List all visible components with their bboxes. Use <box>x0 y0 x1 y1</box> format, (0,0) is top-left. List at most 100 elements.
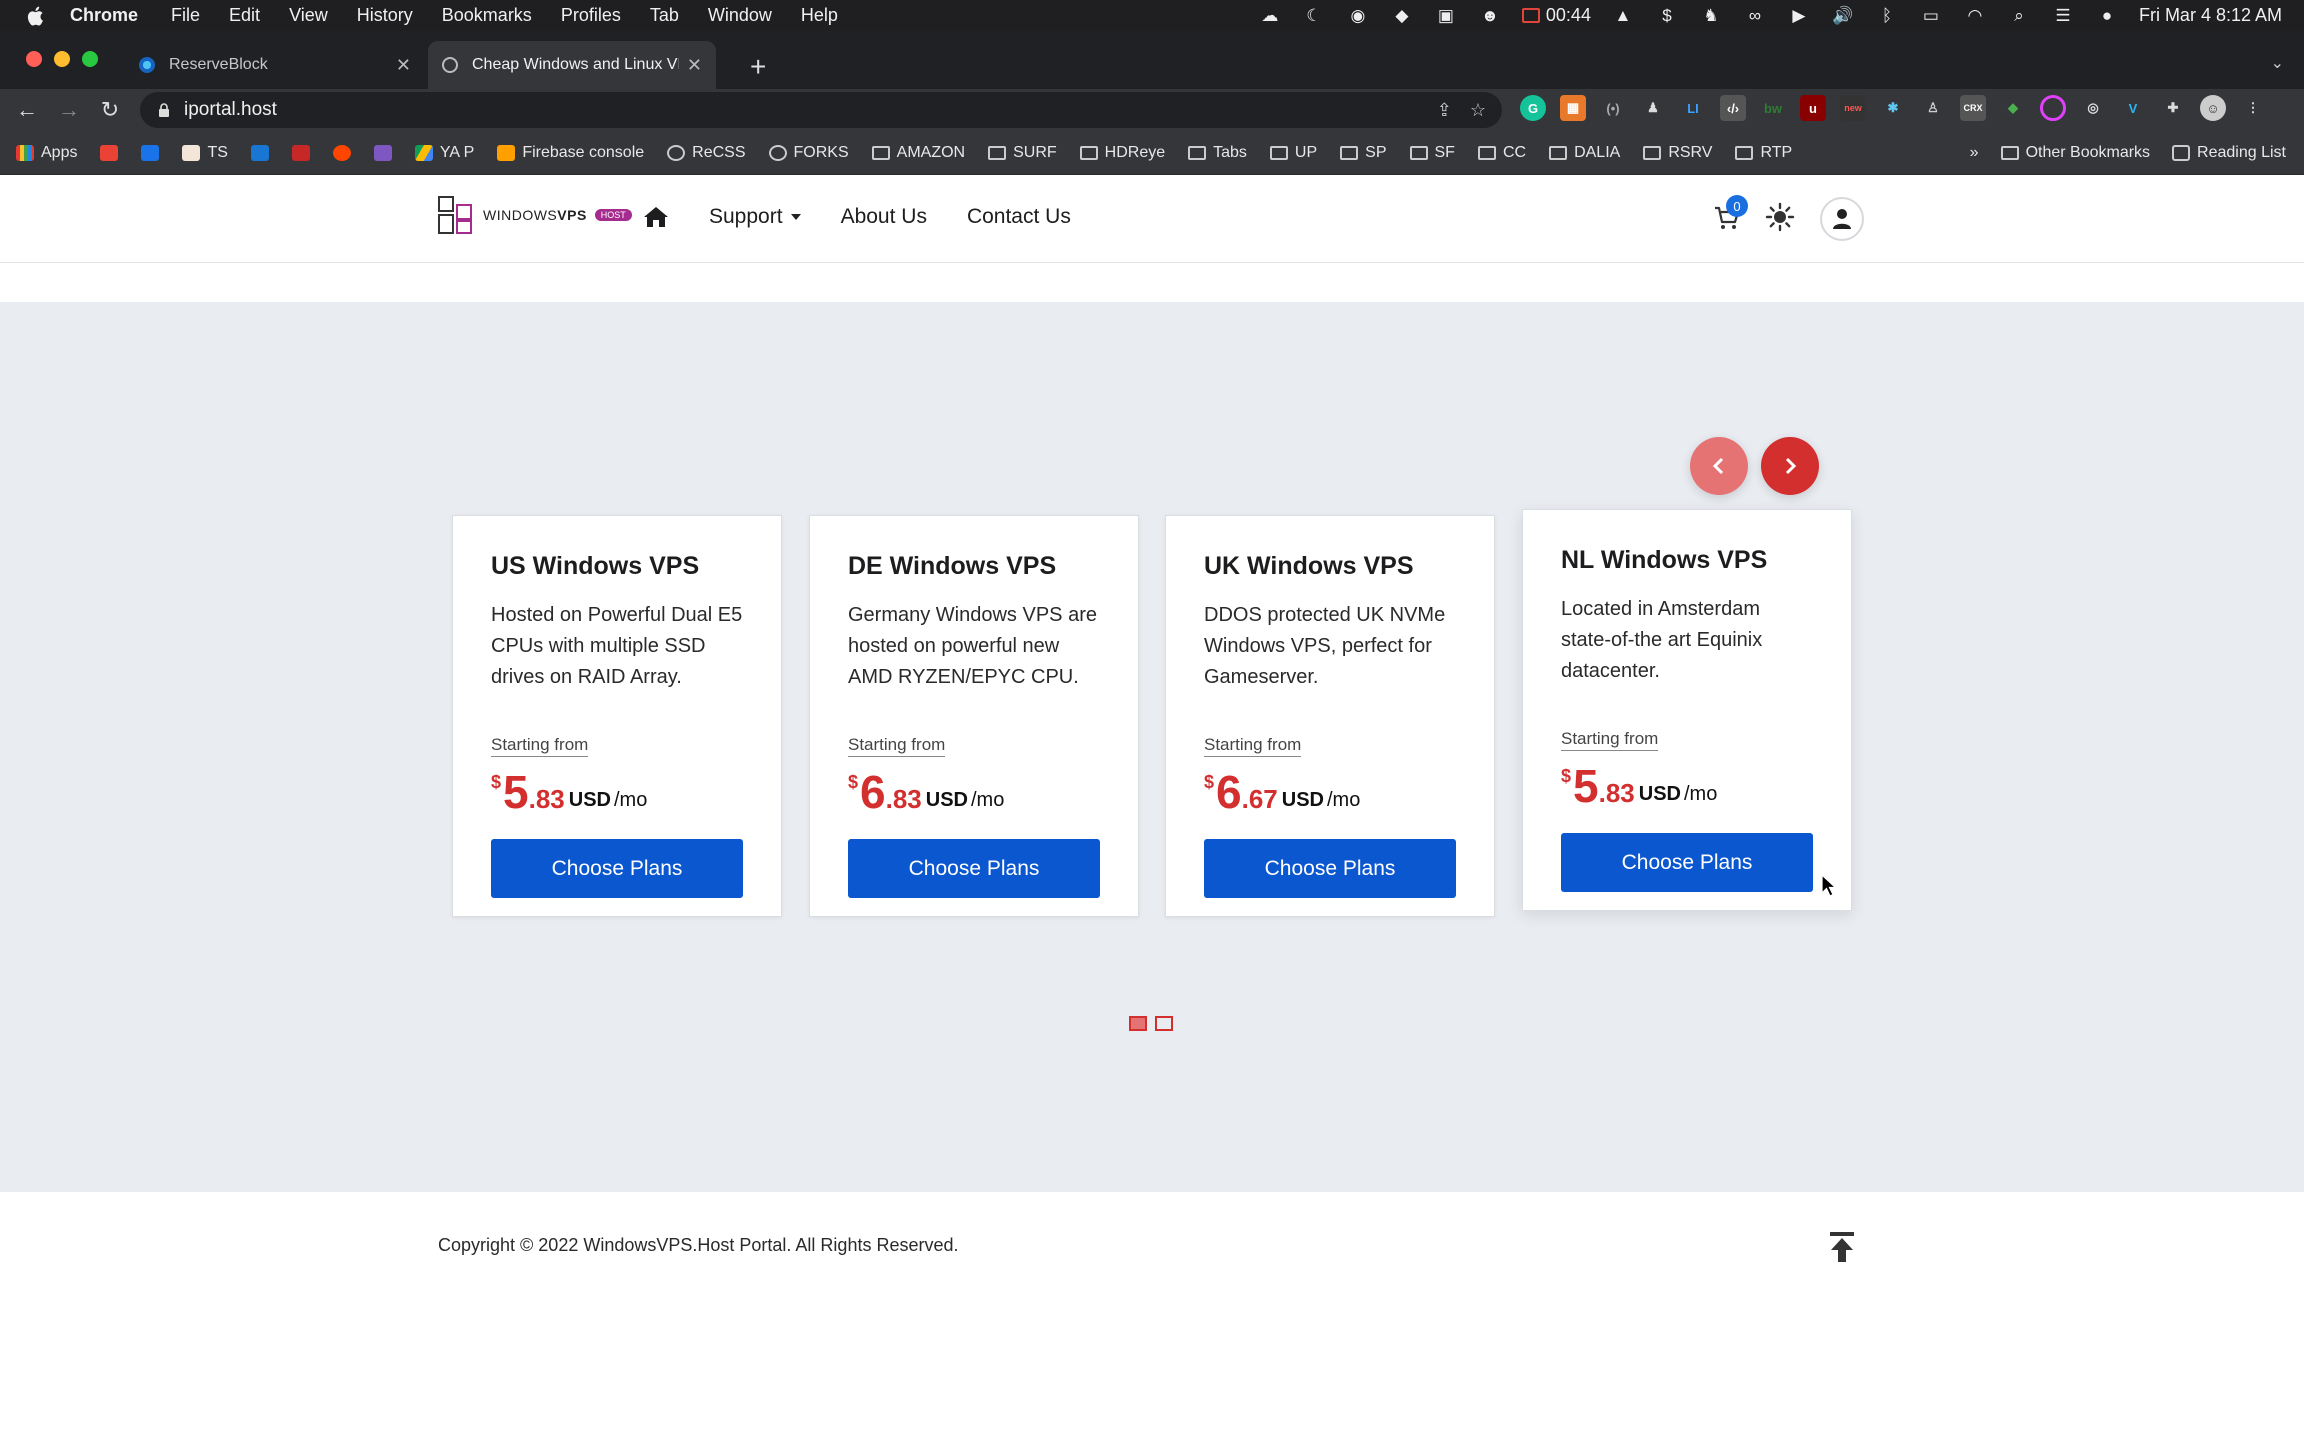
bookmark-folder-up[interactable]: UP <box>1269 144 1317 162</box>
carousel-dot-2[interactable] <box>1155 1016 1173 1031</box>
spotlight-search-icon[interactable]: ⌕ <box>2007 6 2031 26</box>
control-center-icon[interactable]: ☰ <box>2051 6 2075 26</box>
menu-help[interactable]: Help <box>801 5 838 26</box>
apple-menu-icon[interactable] <box>0 6 70 26</box>
menu-profiles[interactable]: Profiles <box>561 5 621 26</box>
wifi-icon[interactable]: ◠ <box>1963 6 1987 26</box>
bw-extension-icon[interactable]: bw <box>1760 95 1786 121</box>
bookmark-reddit[interactable] <box>332 144 351 161</box>
close-window-button[interactable] <box>26 51 42 67</box>
bookmark-recss[interactable]: ReCSS <box>667 144 746 162</box>
grammarly-extension-icon[interactable]: G <box>1520 95 1546 121</box>
forward-arrow-icon[interactable]: → <box>54 95 84 125</box>
bookmark-folder-sp[interactable]: SP <box>1340 144 1387 162</box>
figure-extension-icon[interactable]: ♙ <box>1920 95 1946 121</box>
bookmark-other-bookmarks[interactable]: Other Bookmarks <box>2000 144 2150 162</box>
user-account-button[interactable] <box>1820 197 1864 241</box>
tab-reserveblock[interactable]: ReserveBlock ✕ <box>125 41 425 89</box>
bookmark-gmail[interactable] <box>100 144 119 161</box>
dollar-app-icon[interactable]: $ <box>1655 6 1679 26</box>
puzzle-extensions-icon[interactable]: ✚ <box>2160 95 2186 121</box>
li-extension-icon[interactable]: LI <box>1680 95 1706 121</box>
minimize-window-button[interactable] <box>54 51 70 67</box>
cloud-sync-icon[interactable]: ☁ <box>1258 6 1282 26</box>
nav-support-dropdown[interactable]: Support <box>709 205 801 229</box>
address-bar[interactable]: iportal.host ⇪ ☆ <box>140 92 1502 128</box>
chrome-menu-icon[interactable]: ⋮ <box>2240 95 2266 121</box>
crx-extension-icon[interactable]: CRX <box>1960 95 1986 121</box>
orange-extension-icon[interactable]: ▦ <box>1560 95 1586 121</box>
menu-view[interactable]: View <box>289 5 328 26</box>
new-tab-plus-icon[interactable]: + <box>750 51 766 83</box>
moon-icon[interactable]: ☾ <box>1302 6 1326 26</box>
bookmark-folder-surf[interactable]: SURF <box>988 144 1057 162</box>
carousel-dot-1[interactable] <box>1129 1016 1147 1031</box>
menu-tab[interactable]: Tab <box>650 5 679 26</box>
tab-search-chevron-icon[interactable]: ⌄ <box>2271 53 2284 73</box>
onepassword-icon[interactable]: ◉ <box>1346 6 1370 26</box>
site-logo[interactable]: WINDOWSVPS HOST <box>437 195 632 235</box>
carousel-next-button[interactable] <box>1761 437 1819 495</box>
mascot-icon[interactable]: ☻ <box>1478 6 1502 26</box>
bookmark-site-2[interactable] <box>291 144 310 161</box>
bookmarks-overflow-chevron[interactable]: » <box>1970 144 1979 162</box>
profile-avatar-icon[interactable]: ☺ <box>2200 95 2226 121</box>
bookmark-apps[interactable]: Apps <box>16 144 77 162</box>
bookmark-calendar[interactable] <box>141 144 160 161</box>
bookmark-ya-p[interactable]: YA P <box>414 144 474 162</box>
tab-windows-vps[interactable]: Cheap Windows and Linux VPS ✕ <box>428 41 716 89</box>
back-arrow-icon[interactable]: ← <box>12 95 42 125</box>
choose-plans-button[interactable]: Choose Plans <box>1204 839 1456 898</box>
elephant-icon[interactable]: ♞ <box>1699 6 1723 26</box>
privacy-extension-icon[interactable]: ◎ <box>2080 95 2106 121</box>
glasses-icon[interactable]: ∞ <box>1743 6 1767 26</box>
triangle-app-icon[interactable]: ▲ <box>1611 6 1635 26</box>
nav-contact-us[interactable]: Contact Us <box>967 205 1071 229</box>
menu-edit[interactable]: Edit <box>229 5 260 26</box>
bookmark-ts[interactable]: TS <box>182 144 228 162</box>
bookmark-star-icon[interactable]: ☆ <box>1470 100 1486 121</box>
bookmark-folder-sf[interactable]: SF <box>1409 144 1455 162</box>
bookmark-firebase[interactable]: Firebase console <box>497 144 644 162</box>
choose-plans-button[interactable]: Choose Plans <box>491 839 743 898</box>
bookmark-folder-tabs[interactable]: Tabs <box>1188 144 1247 162</box>
scroll-to-top-icon[interactable] <box>1828 1231 1856 1263</box>
bookmark-folder-rtp[interactable]: RTP <box>1735 144 1792 162</box>
person-extension-icon[interactable]: ♟ <box>1640 95 1666 121</box>
menu-file[interactable]: File <box>171 5 200 26</box>
reload-icon[interactable]: ↻ <box>95 95 125 125</box>
volume-icon[interactable]: 🔊 <box>1831 6 1855 26</box>
devtools-extension-icon[interactable]: ‹/› <box>1720 95 1746 121</box>
ublock-extension-icon[interactable]: u <box>1800 95 1826 121</box>
sun-theme-icon[interactable] <box>1765 202 1795 232</box>
choose-plans-button[interactable]: Choose Plans <box>848 839 1100 898</box>
carousel-prev-button[interactable] <box>1690 437 1748 495</box>
bluetooth-icon[interactable]: ᛒ <box>1875 6 1899 26</box>
new-badge-extension-icon[interactable]: new <box>1840 95 1866 121</box>
clipboard-icon[interactable]: ▣ <box>1434 6 1458 26</box>
share-icon[interactable]: ⇪ <box>1437 100 1452 121</box>
screen-recording-timer[interactable]: 00:44 <box>1521 5 1591 26</box>
vpn-icon[interactable]: ◆ <box>1390 6 1414 26</box>
snowflake-extension-icon[interactable]: ✱ <box>1880 95 1906 121</box>
battery-icon[interactable]: ▭ <box>1919 6 1943 26</box>
home-icon[interactable] <box>643 205 669 229</box>
bookmark-folder-cc[interactable]: CC <box>1477 144 1526 162</box>
play-icon[interactable]: ▶ <box>1787 6 1811 26</box>
bookmark-site-1[interactable] <box>250 144 269 161</box>
reading-list-button[interactable]: Reading List <box>2172 144 2286 162</box>
v-extension-icon[interactable]: V <box>2120 95 2146 121</box>
nav-about-us[interactable]: About Us <box>841 205 927 229</box>
choose-plans-button[interactable]: Choose Plans <box>1561 833 1813 892</box>
menu-window[interactable]: Window <box>708 5 772 26</box>
siri-icon[interactable]: ● <box>2095 6 2119 26</box>
bookmark-folder-rsrv[interactable]: RSRV <box>1643 144 1712 162</box>
bookmark-folder-dalia[interactable]: DALIA <box>1549 144 1620 162</box>
bookmark-forks[interactable]: FORKS <box>768 144 849 162</box>
menu-bookmarks[interactable]: Bookmarks <box>442 5 532 26</box>
bookmark-folder-amazon[interactable]: AMAZON <box>871 144 965 162</box>
code-extension-icon[interactable]: (•) <box>1600 95 1626 121</box>
tab-close-icon[interactable]: ✕ <box>687 55 702 76</box>
zoom-window-button[interactable] <box>82 51 98 67</box>
bookmark-site-3[interactable] <box>373 144 392 161</box>
